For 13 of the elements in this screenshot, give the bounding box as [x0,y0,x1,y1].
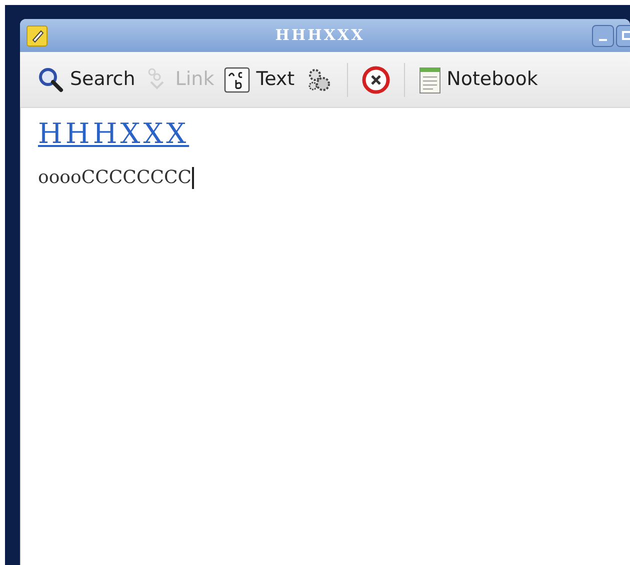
note-body-text: ooooCCCCCCCC [38,166,192,190]
toolbar-button[interactable]: Text [222,60,297,100]
toolbar-button[interactable]: Notebook [416,60,540,100]
window-title: HHHXXX [274,25,366,46]
note-title-link[interactable]: HHHXXX [38,116,190,152]
minimize-button[interactable] [592,24,614,46]
text-cursor [192,166,194,188]
note-icon [26,24,48,46]
notebook-icon [418,66,441,94]
text-format-icon [224,66,250,92]
toolbar-button[interactable]: Search [36,60,138,100]
stop-icon [362,66,390,94]
search-icon [38,66,64,92]
